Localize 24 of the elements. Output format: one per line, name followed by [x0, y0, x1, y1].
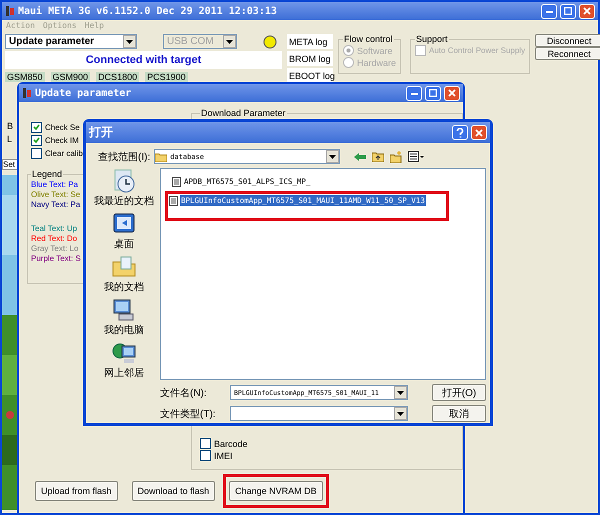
- group-title: Legend: [31, 169, 64, 179]
- group-title: Flow control: [343, 34, 394, 44]
- panel-label: B: [6, 121, 14, 131]
- dialog-title: 打开: [89, 124, 114, 141]
- connection-status: Connected with target: [5, 51, 282, 69]
- group-title: Download Parameter: [200, 108, 287, 118]
- legend-text: Purple Text: S: [31, 254, 81, 263]
- legend-text: Navy Text: Pa: [31, 200, 80, 209]
- window-title: Update parameter: [35, 88, 132, 98]
- file-name-label: 文件名(N):: [160, 386, 208, 400]
- legend-text: Olive Text: Se: [31, 190, 80, 199]
- band-label: DCS1800: [96, 72, 140, 82]
- legend-text: Blue Text: Pa: [31, 180, 78, 189]
- panel-label: L: [6, 134, 14, 144]
- band-label: GSM900: [50, 72, 90, 82]
- legend-text: Gray Text: Lo: [31, 244, 78, 253]
- legend-text: Red Text: Do: [31, 234, 78, 243]
- look-in-label: 查找范围(I):: [98, 150, 150, 164]
- legend-text: Teal Text: Up: [31, 224, 78, 233]
- window-title: Maui META 3G v6.1152.0 Dec 29 2011 12:03:13: [18, 6, 278, 16]
- band-label: PCS1900: [145, 72, 188, 82]
- file-type-label: 文件类型(T):: [160, 408, 217, 420]
- band-label: GSM850: [5, 72, 45, 82]
- group-title: Support: [415, 34, 449, 44]
